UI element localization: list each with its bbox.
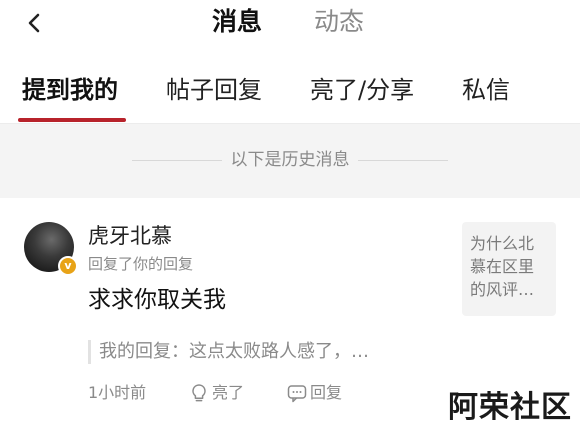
lightbulb-icon	[192, 384, 206, 402]
avatar[interactable]: v	[24, 222, 78, 276]
reply-content: 求求你取关我	[88, 287, 226, 313]
subtab-likes-shares[interactable]: 亮了/分享	[310, 74, 414, 106]
tab-messages[interactable]: 消息	[212, 6, 262, 38]
sub-tab-bar: 提到我的 帖子回复 亮了/分享 私信	[0, 60, 580, 124]
history-divider: 以下是历史消息	[0, 124, 580, 198]
reply-button[interactable]: 回复	[286, 380, 356, 406]
thread-preview[interactable]: 为什么北慕在区里的风评…	[462, 222, 556, 316]
watermark: 阿荣社区	[448, 390, 572, 425]
like-button[interactable]: 亮了	[188, 380, 258, 406]
subtab-post-replies[interactable]: 帖子回复	[166, 74, 262, 106]
comment-icon	[287, 385, 307, 403]
divider-line-right	[358, 160, 448, 161]
subtab-mentions[interactable]: 提到我的	[22, 74, 118, 106]
subtab-private-messages[interactable]: 私信	[462, 74, 510, 106]
active-tab-indicator	[18, 118, 126, 122]
action-row: 1小时前 亮了 回复	[88, 380, 468, 406]
back-button[interactable]	[22, 10, 48, 36]
top-bar: 消息 动态	[0, 0, 580, 46]
verified-badge-icon: v	[58, 256, 78, 276]
chevron-left-icon	[28, 13, 40, 33]
history-label: 以下是历史消息	[230, 150, 350, 170]
reply-meta: 回复了你的回复	[88, 255, 194, 273]
quoted-reply[interactable]: 我的回复：这点太败路人感了，…	[88, 340, 369, 364]
timestamp: 1小时前	[88, 383, 147, 402]
tab-activity[interactable]: 动态	[314, 6, 364, 38]
like-label: 亮了	[212, 383, 245, 402]
reply-label: 回复	[310, 383, 343, 402]
username[interactable]: 虎牙北慕	[88, 222, 172, 250]
